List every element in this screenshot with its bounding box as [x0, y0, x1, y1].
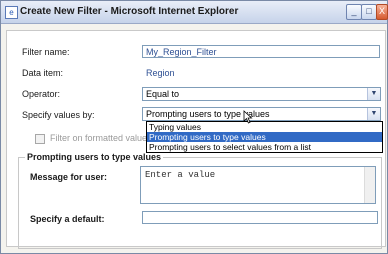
message-for-user-textarea[interactable]: Enter a value: [140, 166, 376, 204]
operator-label: Operator:: [22, 89, 61, 99]
default-value-input[interactable]: [142, 211, 378, 224]
operator-select-value: Equal to: [146, 89, 180, 99]
dropdown-option-typing-values[interactable]: Typing values: [147, 122, 382, 132]
dropdown-option-prompt-type[interactable]: Prompting users to type values: [147, 132, 382, 142]
filter-name-label: Filter name:: [22, 47, 70, 57]
title-bar: e Create New Filter - Microsoft Internet…: [1, 1, 388, 24]
filter-formatted-checkbox[interactable]: [35, 134, 45, 144]
data-item-value: Region: [146, 68, 175, 78]
specify-values-dropdown-list: Typing values Prompting users to type va…: [146, 121, 383, 153]
maximize-button[interactable]: □: [361, 4, 377, 20]
textarea-scrollbar[interactable]: [364, 167, 375, 203]
operator-select[interactable]: Equal to ▼: [142, 87, 381, 101]
chevron-down-icon[interactable]: ▼: [367, 108, 380, 120]
data-item-label: Data item:: [22, 68, 64, 78]
specify-values-select[interactable]: Prompting users to type values ▼: [142, 107, 381, 121]
filter-name-input[interactable]: My_Region_Filter: [142, 45, 380, 58]
prompting-groupbox-legend: Prompting users to type values: [25, 152, 164, 162]
minimize-button[interactable]: _: [346, 4, 362, 20]
close-button[interactable]: X: [376, 4, 388, 20]
specify-values-label: Specify values by:: [22, 110, 95, 120]
window-title: Create New Filter - Microsoft Internet E…: [20, 6, 239, 17]
specify-default-label: Specify a default:: [30, 214, 105, 224]
dropdown-option-prompt-select[interactable]: Prompting users to select values from a …: [147, 142, 382, 152]
message-text: Enter a value: [145, 170, 216, 180]
ie-page-icon: e: [5, 6, 18, 19]
filter-formatted-label: Filter on formatted values: [50, 133, 152, 143]
message-for-user-label: Message for user:: [30, 172, 108, 182]
chevron-down-icon[interactable]: ▼: [367, 88, 380, 100]
mouse-pointer-icon: [243, 110, 253, 124]
